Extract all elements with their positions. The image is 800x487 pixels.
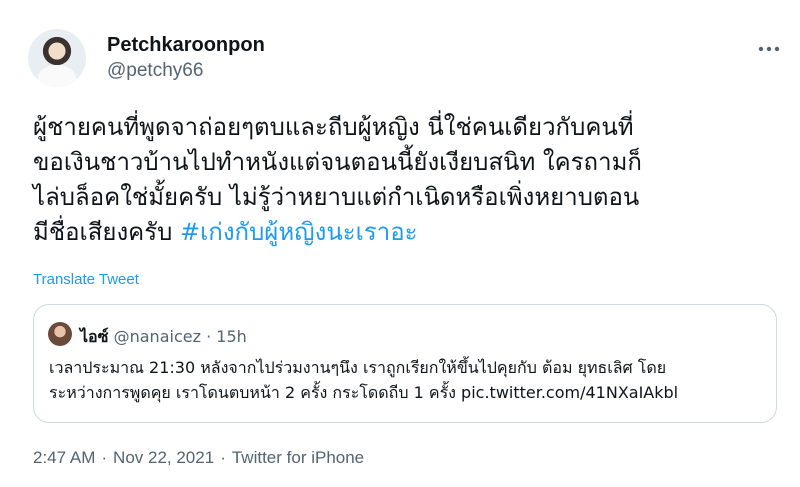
quoted-author-handle: @nanaicez (113, 327, 201, 346)
tweet-date[interactable]: Nov 22, 2021 (113, 448, 214, 467)
tweet-footer: 2:47 AM · Nov 22, 2021 · Twitter for iPhone (33, 448, 364, 468)
author-handle[interactable]: @petchy66 (107, 60, 203, 82)
ellipsis-icon[interactable] (758, 33, 780, 58)
tweet-text-line: ขอเงินชาวบ้านไปทำหนังแต่จนตอนนี้ยังเงียบ… (33, 148, 642, 176)
author-name[interactable]: Petchkaroonpon (107, 34, 265, 57)
quoted-text-line: ระหว่างการพูดคุย เราโดนตบหน้า 2 ครั้ง กร… (49, 383, 679, 402)
tweet-text-line: มีชื่อเสียงครับ #เก่งกับผู้หญิงนะเราอะ (33, 215, 783, 250)
quoted-tweet[interactable]: ไอซ์ @nanaicez · 15h เวลาประมาณ 21:30 หล… (33, 304, 777, 423)
tweet-text-line: ผู้ชายคนที่พูดจาถ่อยๆตบและถีบผู้หญิง นี่… (33, 113, 634, 141)
quoted-tweet-header: ไอซ์ @nanaicez · 15h (80, 325, 247, 350)
quoted-author-name: ไอซ์ (80, 327, 109, 346)
quoted-separator: · (206, 327, 212, 346)
tweet-card: Petchkaroonpon @petchy66 ผู้ชายคนที่พูดจ… (0, 0, 800, 487)
quoted-timestamp: 15h (216, 327, 247, 346)
quoted-text-line: เวลาประมาณ 21:30 หลังจากไปร่วมงานๆนึง เร… (49, 358, 667, 377)
tweet-time[interactable]: 2:47 AM (33, 448, 95, 467)
footer-separator: · (101, 448, 108, 467)
quoted-tweet-text: เวลาประมาณ 21:30 หลังจากไปร่วมงานๆนึง เร… (49, 355, 769, 405)
quoted-author-avatar (48, 322, 72, 346)
author-avatar[interactable] (28, 29, 86, 87)
footer-separator: · (220, 448, 226, 467)
translate-tweet-link[interactable]: Translate Tweet (33, 271, 139, 288)
hashtag-link[interactable]: #เก่งกับผู้หญิงนะเราอะ (180, 218, 418, 246)
tweet-text-last: มีชื่อเสียงครับ (33, 218, 180, 246)
tweet-source[interactable]: Twitter for iPhone (232, 448, 364, 467)
tweet-text-line: ไล่บล็อคใช่มั้ยครับ ไม่รู้ว่าหยาบแต่กำเน… (33, 183, 640, 211)
tweet-text: ผู้ชายคนที่พูดจาถ่อยๆตบและถีบผู้หญิง นี่… (33, 110, 783, 250)
